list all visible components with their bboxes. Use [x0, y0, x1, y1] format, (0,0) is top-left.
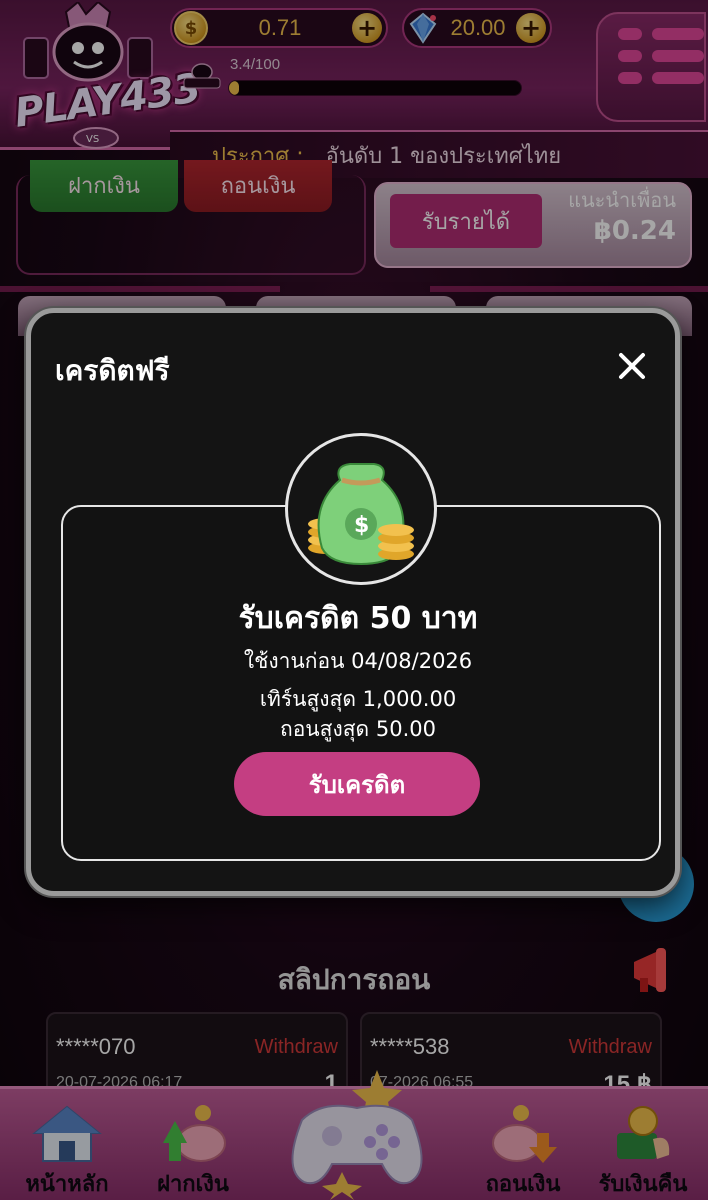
- free-credit-modal: เครดิตฟรี $ รับเครดิต 50 บาท ใช้งานก่อน …: [26, 308, 680, 896]
- modal-title: เครดิตฟรี: [55, 354, 170, 387]
- money-bag-icon: $: [308, 463, 414, 566]
- expiry-date-text: ใช้งานก่อน 04/08/2026: [243, 649, 473, 673]
- withdraw-max-text: ถอนสูงสุด 50.00: [279, 717, 436, 741]
- close-icon[interactable]: [615, 349, 649, 383]
- claim-credit-button[interactable]: รับเครดิต: [234, 752, 480, 816]
- money-bag-badge: $: [285, 433, 437, 585]
- turnover-max-text: เทิร์นสูงสุด 1,000.00: [259, 687, 457, 711]
- svg-text:$: $: [354, 513, 369, 538]
- credit-amount-heading: รับเครดิต 50 บาท: [238, 601, 478, 636]
